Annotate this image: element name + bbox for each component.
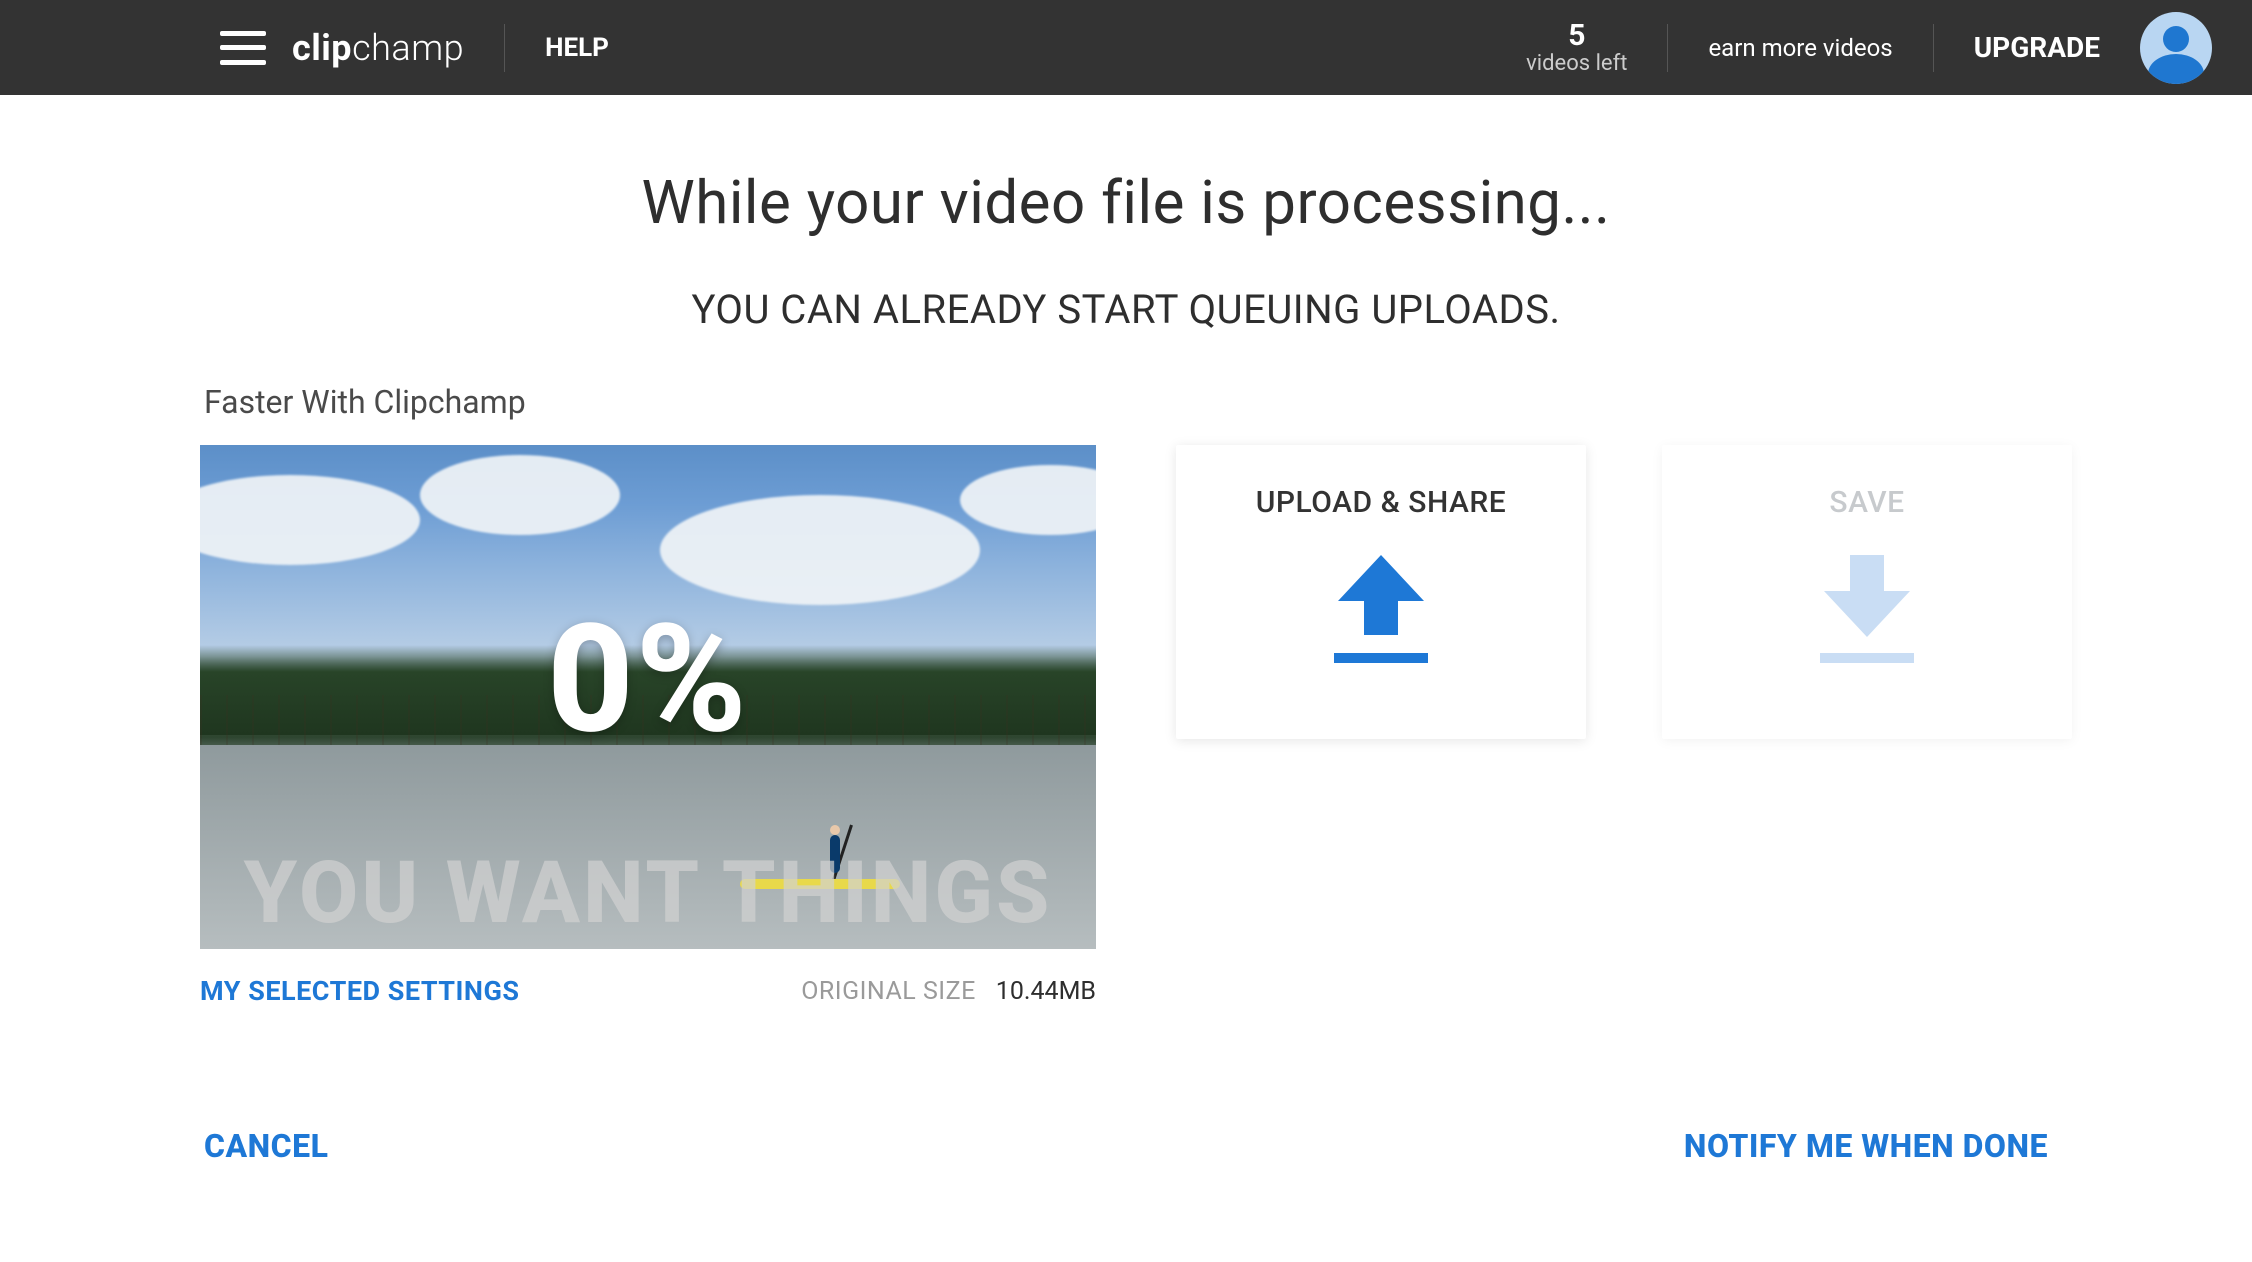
save-title: SAVE xyxy=(1829,485,1904,520)
video-preview: 0% YOU WANT THINGS xyxy=(200,445,1096,949)
page-title: While your video file is processing... xyxy=(200,167,2052,238)
my-selected-settings-link[interactable]: MY SELECTED SETTINGS xyxy=(200,975,520,1007)
save-card: SAVE xyxy=(1662,445,2072,739)
preview-footer: MY SELECTED SETTINGS ORIGINAL SIZE 10.44… xyxy=(200,975,1096,1007)
page-subtitle: YOU CAN ALREADY START QUEUING UPLOADS. xyxy=(200,286,2052,333)
menu-icon[interactable] xyxy=(220,31,266,65)
app-header: clipchamp HELP 5 videos left earn more v… xyxy=(0,0,2252,95)
user-avatar-icon[interactable] xyxy=(2140,12,2212,84)
main-content: While your video file is processing... Y… xyxy=(0,95,2252,1165)
divider xyxy=(1667,24,1668,72)
download-icon xyxy=(1792,544,1942,674)
cancel-button[interactable]: CANCEL xyxy=(204,1127,328,1165)
earn-more-link[interactable]: earn more videos xyxy=(1708,34,1892,62)
original-size-value: 10.44MB xyxy=(996,977,1096,1006)
divider xyxy=(1933,24,1934,72)
brand-light: champ xyxy=(352,27,464,69)
original-size-label: ORIGINAL SIZE xyxy=(801,977,976,1006)
notify-button[interactable]: NOTIFY ME WHEN DONE xyxy=(1684,1127,2048,1165)
project-name: Faster With Clipchamp xyxy=(204,383,2052,421)
progress-percent: 0% xyxy=(547,591,749,767)
brand-logo[interactable]: clipchamp xyxy=(292,27,464,69)
upload-icon xyxy=(1306,544,1456,674)
upload-share-card[interactable]: UPLOAD & SHARE xyxy=(1176,445,1586,739)
footer-actions: CANCEL NOTIFY ME WHEN DONE xyxy=(200,1127,2052,1165)
videos-left-label: videos left xyxy=(1526,52,1627,76)
upload-share-title: UPLOAD & SHARE xyxy=(1256,485,1506,520)
videos-left-counter: 5 videos left xyxy=(1526,19,1627,76)
original-size-group: ORIGINAL SIZE 10.44MB xyxy=(801,977,1096,1006)
brand-bold: clip xyxy=(292,27,352,69)
action-cards: UPLOAD & SHARE SAVE xyxy=(1176,445,2072,1007)
video-caption-overlay: YOU WANT THINGS xyxy=(200,842,1096,943)
divider xyxy=(504,24,505,72)
preview-column: 0% YOU WANT THINGS MY SELECTED SETTINGS … xyxy=(200,445,1096,1007)
help-link[interactable]: HELP xyxy=(545,33,609,63)
upgrade-link[interactable]: UPGRADE xyxy=(1974,31,2100,64)
content-row: 0% YOU WANT THINGS MY SELECTED SETTINGS … xyxy=(200,445,2052,1007)
videos-left-count: 5 xyxy=(1526,19,1627,52)
